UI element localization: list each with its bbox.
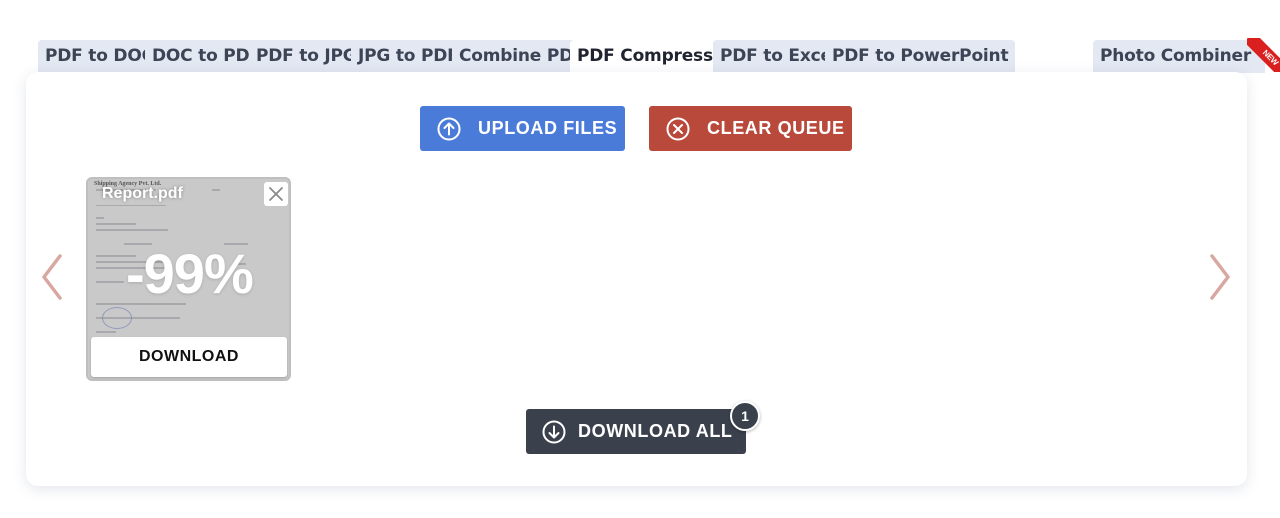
close-icon xyxy=(269,187,283,201)
clear-queue-button[interactable]: CLEAR QUEUE xyxy=(649,106,852,151)
compressor-panel: UPLOAD FILES CLEAR QUEUE Shipping Agency… xyxy=(26,72,1247,486)
close-circle-icon xyxy=(666,117,690,140)
tab-pdf-to-powerpoint[interactable]: PDF to PowerPoint xyxy=(825,40,1016,73)
remove-file-button[interactable] xyxy=(264,182,288,206)
carousel-prev-arrow-icon[interactable] xyxy=(36,252,66,302)
download-arrow-circle-icon xyxy=(542,420,566,443)
clear-queue-label: CLEAR QUEUE xyxy=(707,118,845,138)
stamp-seal xyxy=(102,307,132,329)
new-ribbon: NEW xyxy=(1247,38,1280,72)
tab-jpg-to-pdf[interactable]: JPG to PDF xyxy=(351,40,466,73)
tab-pdf-to-jpg[interactable]: PDF to JPG xyxy=(249,40,364,73)
upload-files-button[interactable]: UPLOAD FILES xyxy=(420,106,625,151)
download-all-label: DOWNLOAD ALL xyxy=(578,421,733,441)
download-all-button[interactable]: DOWNLOAD ALL xyxy=(526,409,746,454)
file-download-button[interactable]: DOWNLOAD xyxy=(91,337,287,377)
converter-tabs: PDF to DOC DOC to PDF PDF to JPG JPG to … xyxy=(38,38,1280,73)
upload-arrow-circle-icon xyxy=(437,117,461,140)
file-count-badge: 1 xyxy=(730,401,760,431)
file-card: Shipping Agency Pvt. Ltd. Report.pdf -99… xyxy=(86,177,291,381)
compression-percent: -99% xyxy=(126,242,254,305)
carousel-next-arrow-icon[interactable] xyxy=(1206,252,1236,302)
upload-files-label: UPLOAD FILES xyxy=(478,118,618,138)
tab-photo-combiner[interactable]: Photo Combiner NEW xyxy=(1093,38,1280,73)
file-name: Report.pdf xyxy=(102,185,183,202)
tab-pdf-to-doc[interactable]: PDF to DOC xyxy=(38,40,161,73)
new-ribbon-label: NEW xyxy=(1247,38,1280,72)
tab-photo-combiner-label: Photo Combiner xyxy=(1100,46,1252,66)
